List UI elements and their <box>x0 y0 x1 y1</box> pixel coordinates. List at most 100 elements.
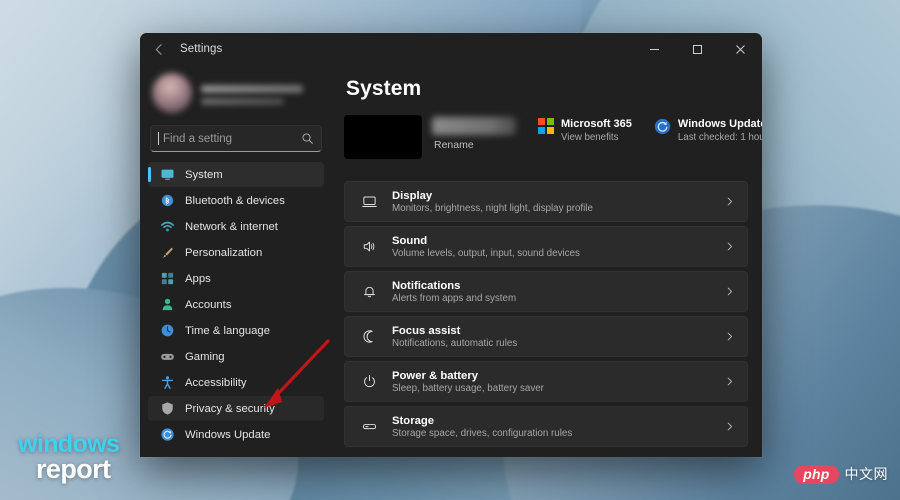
sidebar-item-label: Apps <box>185 272 211 285</box>
windows-update-subtitle: Last checked: 1 hour ago <box>677 132 762 143</box>
sidebar-nav: System Bluetooth & devices Network & inter… <box>148 162 324 447</box>
bell-icon <box>359 284 379 299</box>
settings-window: Settings Find a setting System Bluetooth… <box>140 33 762 457</box>
close-button[interactable] <box>719 33 762 65</box>
settings-row-text: Power & battery Sleep, battery usage, bat… <box>392 370 544 394</box>
watermark-line-2: report <box>36 454 111 485</box>
monitor-icon <box>160 167 175 182</box>
settings-row-title: Power & battery <box>392 369 479 382</box>
microsoft-365-subtitle[interactable]: View benefits <box>561 132 632 143</box>
sidebar-item-windows-update[interactable]: Windows Update <box>148 422 324 447</box>
maximize-button[interactable] <box>676 33 719 65</box>
settings-row-focus-assist[interactable]: Focus assist Notifications, automatic rul… <box>344 316 748 357</box>
watermark-line-1: windows <box>18 430 120 459</box>
moon-icon <box>359 329 379 344</box>
sidebar-item-accounts[interactable]: Accounts <box>148 292 324 317</box>
chevron-right-icon <box>724 331 735 342</box>
settings-row-text: Storage Storage space, drives, configurat… <box>392 415 572 439</box>
search-box[interactable]: Find a setting <box>150 125 322 152</box>
settings-row-power-battery[interactable]: Power & battery Sleep, battery usage, bat… <box>344 361 748 402</box>
sidebar-item-network-internet[interactable]: Network & internet <box>148 214 324 239</box>
main-content: System Rename Microsoft 365 View benefit… <box>332 65 762 457</box>
sidebar-item-system[interactable]: System <box>148 162 324 187</box>
text-caret <box>158 132 159 145</box>
settings-row-text: Notifications Alerts from apps and system <box>392 280 516 304</box>
window-titlebar: Settings <box>140 33 762 65</box>
settings-rows: Display Monitors, brightness, night light… <box>344 181 748 447</box>
gamepad-icon <box>160 349 175 364</box>
settings-row-title: Display <box>392 189 433 202</box>
minimize-button[interactable] <box>633 33 676 65</box>
sidebar-item-gaming[interactable]: Gaming <box>148 344 324 369</box>
search-input[interactable]: Find a setting <box>163 133 301 145</box>
settings-row-subtitle: Storage space, drives, configuration rul… <box>392 427 573 439</box>
sidebar-item-privacy-security[interactable]: Privacy & security <box>148 396 324 421</box>
windows-update-title: Windows Update <box>677 118 762 130</box>
settings-row-title: Notifications <box>392 279 461 292</box>
sidebar-item-accessibility[interactable]: Accessibility <box>148 370 324 395</box>
speaker-icon <box>359 239 379 254</box>
settings-row-notifications[interactable]: Notifications Alerts from apps and system <box>344 271 748 312</box>
apps-grid-icon <box>160 271 175 286</box>
microsoft-365-card[interactable]: Microsoft 365 View benefits <box>538 115 632 143</box>
settings-row-subtitle: Monitors, brightness, night light, displ… <box>392 202 593 214</box>
device-name-column: Rename <box>432 115 516 151</box>
account-area[interactable] <box>148 65 324 117</box>
window-body: Find a setting System Bluetooth & devices… <box>140 65 762 457</box>
rename-link[interactable]: Rename <box>432 139 516 151</box>
clock-icon <box>160 323 175 338</box>
chevron-right-icon <box>724 196 735 207</box>
settings-row-display[interactable]: Display Monitors, brightness, night light… <box>344 181 748 222</box>
sidebar-item-label: Network & internet <box>185 220 278 233</box>
wifi-icon <box>160 219 175 234</box>
sidebar-item-label: Bluetooth & devices <box>185 194 285 207</box>
minimize-icon <box>650 48 659 50</box>
chevron-right-icon <box>724 376 735 387</box>
update-sync-icon <box>654 118 671 135</box>
close-icon <box>736 44 745 54</box>
window-title: Settings <box>180 43 223 55</box>
microsoft-365-title: Microsoft 365 <box>561 118 632 130</box>
sidebar-item-label: Accessibility <box>185 376 247 389</box>
search-icon <box>301 132 314 145</box>
sidebar-item-apps[interactable]: Apps <box>148 266 324 291</box>
settings-row-text: Display Monitors, brightness, night light… <box>392 190 593 214</box>
settings-row-subtitle: Volume levels, output, input, sound devi… <box>392 247 580 259</box>
display-monitor-icon <box>359 194 379 209</box>
paintbrush-icon <box>160 245 175 260</box>
update-sync-icon <box>160 427 175 442</box>
back-arrow-icon <box>155 43 162 55</box>
settings-row-storage[interactable]: Storage Storage space, drives, configurat… <box>344 406 748 447</box>
settings-row-title: Sound <box>392 234 428 247</box>
account-email-blur <box>201 97 285 105</box>
storage-drive-icon <box>359 419 379 434</box>
account-name-blur <box>201 84 304 93</box>
settings-row-sound[interactable]: Sound Volume levels, output, input, sound… <box>344 226 748 267</box>
settings-row-title: Focus assist <box>392 324 461 337</box>
avatar <box>152 73 192 113</box>
shield-icon <box>160 401 175 416</box>
windows-report-watermark: windows report <box>18 430 120 485</box>
php-cn-watermark: php 中文网 <box>794 464 888 484</box>
settings-row-title: Storage <box>392 414 435 427</box>
maximize-icon <box>693 44 702 54</box>
sidebar-item-label: Time & language <box>185 324 270 337</box>
settings-row-text: Sound Volume levels, output, input, sound… <box>392 235 580 259</box>
sidebar-item-label: Personalization <box>185 246 263 259</box>
sidebar-item-personalization[interactable]: Personalization <box>148 240 324 265</box>
window-controls <box>633 33 762 65</box>
php-badge: php <box>794 464 839 484</box>
device-header-strip: Rename Microsoft 365 View benefits Windo… <box>344 115 762 169</box>
chevron-right-icon <box>724 241 735 252</box>
sidebar: Find a setting System Bluetooth & devices… <box>140 65 332 457</box>
settings-row-subtitle: Sleep, battery usage, battery saver <box>392 382 544 394</box>
windows-update-card[interactable]: Windows Update Last checked: 1 hour ago <box>654 115 762 143</box>
sidebar-item-label: Privacy & security <box>185 402 275 415</box>
chevron-right-icon <box>724 286 735 297</box>
sidebar-item-time-language[interactable]: Time & language <box>148 318 324 343</box>
back-button[interactable] <box>144 35 174 63</box>
settings-row-subtitle: Alerts from apps and system <box>392 292 517 304</box>
sidebar-item-bluetooth-devices[interactable]: Bluetooth & devices <box>148 188 324 213</box>
sidebar-item-label: Accounts <box>185 298 232 311</box>
sidebar-item-label: Gaming <box>185 350 225 363</box>
